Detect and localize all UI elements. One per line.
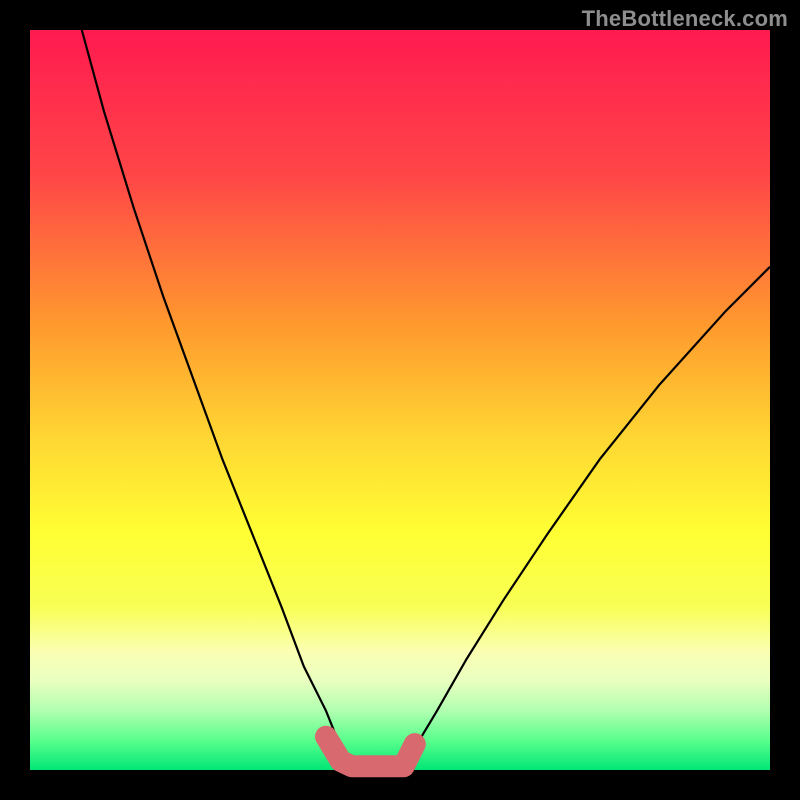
plot-background	[30, 30, 770, 770]
bottleneck-chart	[0, 0, 800, 800]
chart-frame: TheBottleneck.com	[0, 0, 800, 800]
watermark-text: TheBottleneck.com	[582, 6, 788, 32]
